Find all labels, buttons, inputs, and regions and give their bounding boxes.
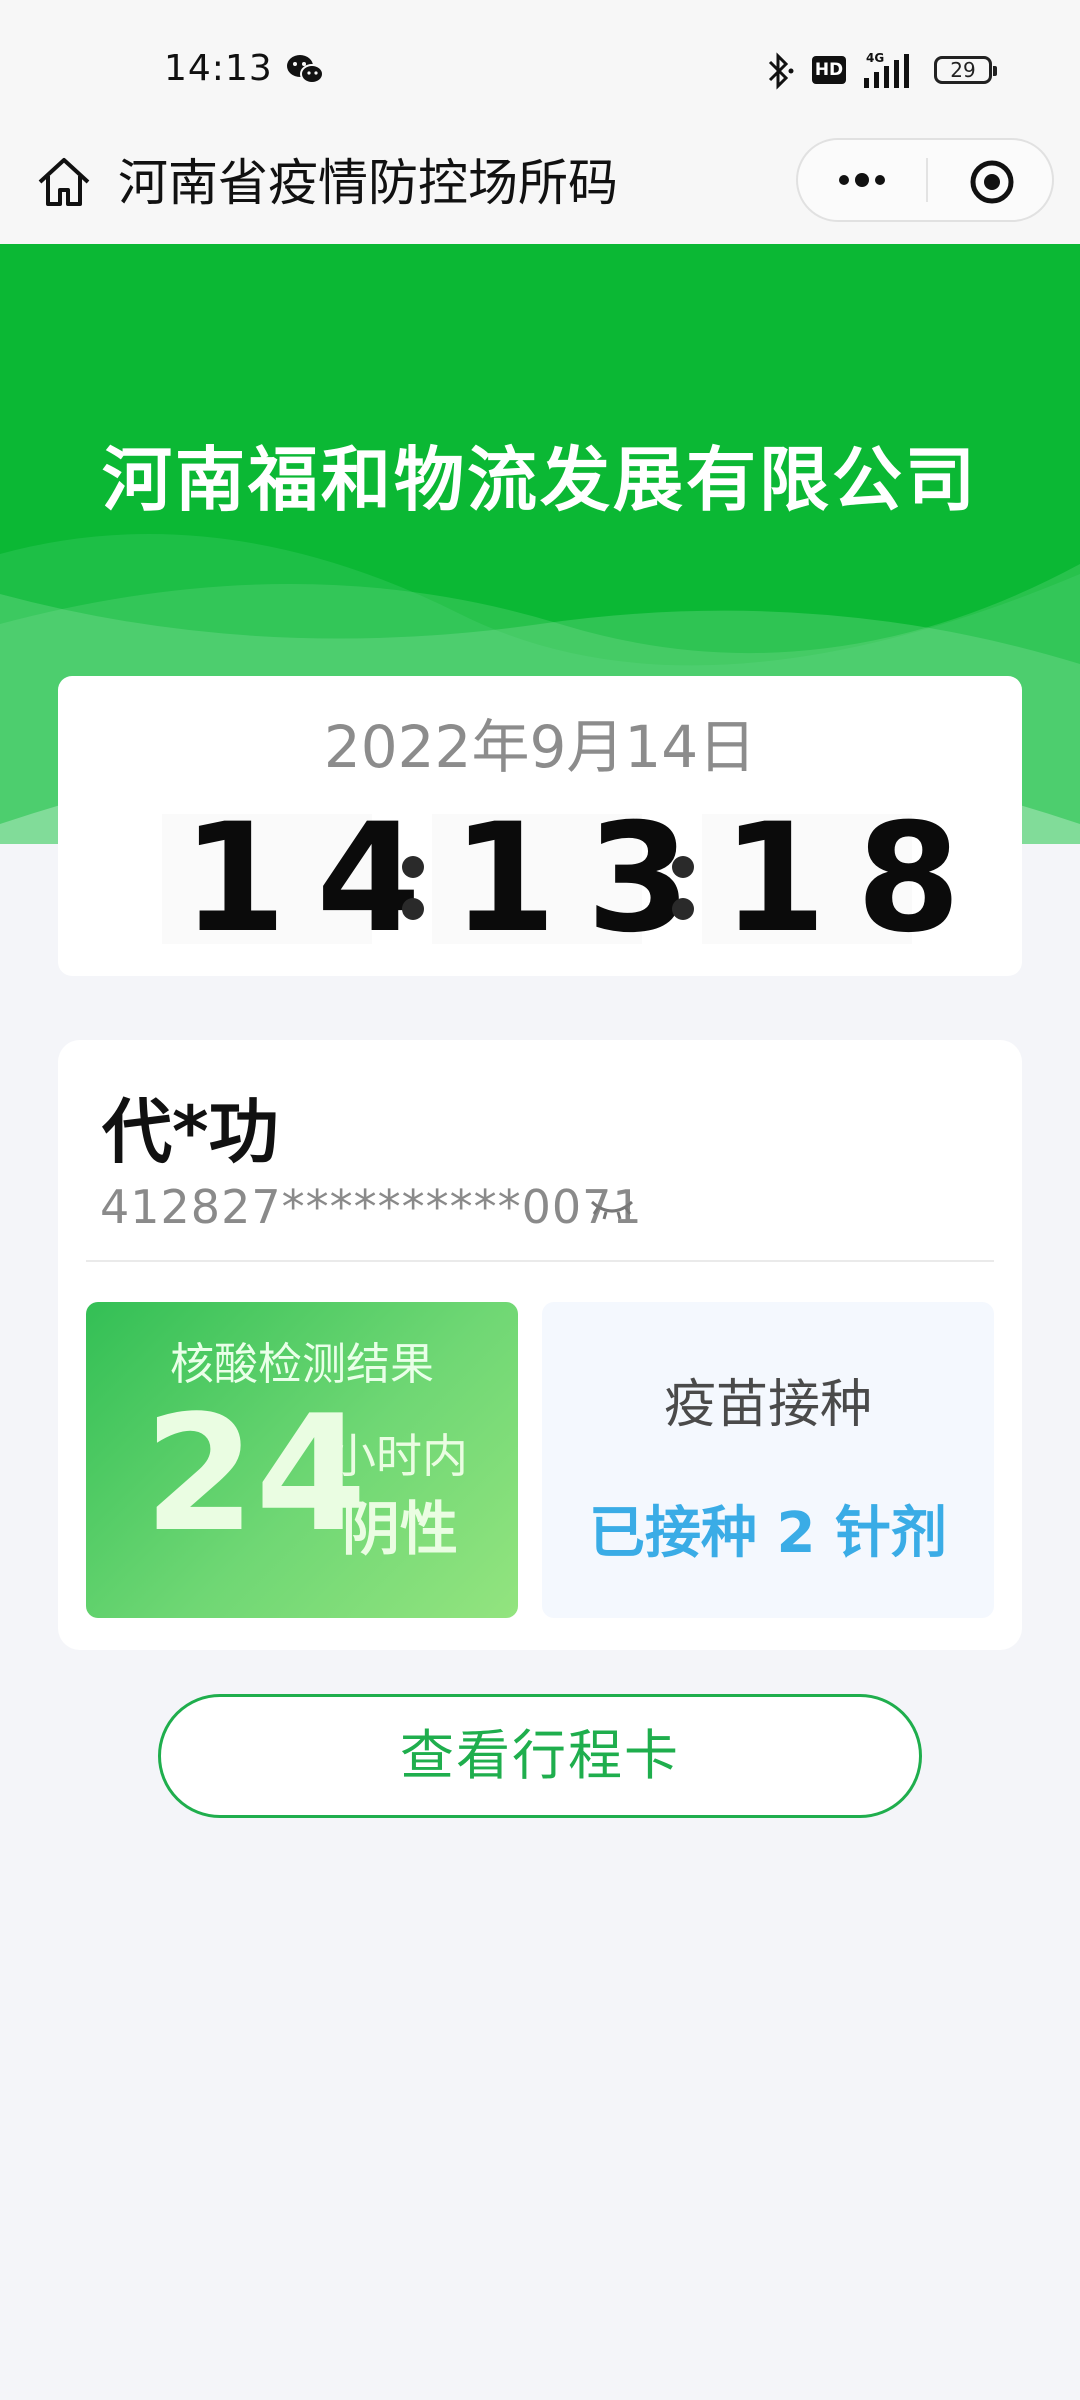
nav-bar: 河南省疫情防控场所码 xyxy=(0,130,1080,244)
health-info-card: 代*功 412827**********0071 核酸检测结果 24 小时内 阴… xyxy=(58,1040,1022,1650)
vaccine-panel[interactable]: 疫苗接种 已接种 2 针剂 xyxy=(542,1302,994,1618)
mini-program-capsule xyxy=(796,138,1054,222)
divider xyxy=(86,1260,994,1262)
battery-icon: 29 xyxy=(934,56,997,84)
bluetooth-icon xyxy=(768,52,794,90)
signal-icon: 4G xyxy=(864,51,909,88)
current-date: 2022年9月14日 xyxy=(323,713,757,781)
view-trip-card-button[interactable]: 查看行程卡 xyxy=(158,1694,922,1818)
clock-minutes: 13 xyxy=(432,804,691,954)
home-icon[interactable] xyxy=(34,152,94,212)
clock-colon xyxy=(392,814,432,944)
page: 14:13 HD 4G 29 河南省疫情防控场所码 河南福和物流发展有限公司 2… xyxy=(0,0,1080,2400)
clock-card: 2022年9月14日 14 13 18 xyxy=(58,676,1022,976)
page-title: 河南省疫情防控场所码 xyxy=(118,154,618,212)
nucleic-acid-panel[interactable]: 核酸检测结果 24 小时内 阴性 xyxy=(86,1302,518,1618)
vaccine-status: 已接种 2 针剂 xyxy=(589,1501,947,1566)
network-label: 4G xyxy=(866,51,884,65)
id-number: 412827**********0071 xyxy=(100,1180,643,1234)
hd-badge: HD xyxy=(812,56,846,84)
eye-closed-icon[interactable] xyxy=(588,1188,636,1228)
status-bar: 14:13 HD 4G 29 xyxy=(0,0,1080,130)
clock-colon xyxy=(662,814,702,944)
more-dots-icon[interactable] xyxy=(828,158,896,202)
person-name: 代*功 xyxy=(102,1091,279,1173)
company-name: 河南福和物流发展有限公司 xyxy=(102,439,978,521)
target-close-icon[interactable] xyxy=(968,158,1016,206)
capsule-divider xyxy=(926,158,928,202)
live-clock: 14 13 18 xyxy=(162,804,961,954)
status-time: 14:13 xyxy=(164,48,273,89)
nucleic-result: 阴性 xyxy=(342,1495,459,1563)
clock-seconds: 18 xyxy=(702,804,961,954)
nucleic-unit: 小时内 xyxy=(330,1429,468,1483)
vaccine-title: 疫苗接种 xyxy=(663,1375,872,1435)
clock-hours: 14 xyxy=(162,804,421,954)
wechat-icon xyxy=(287,55,324,84)
